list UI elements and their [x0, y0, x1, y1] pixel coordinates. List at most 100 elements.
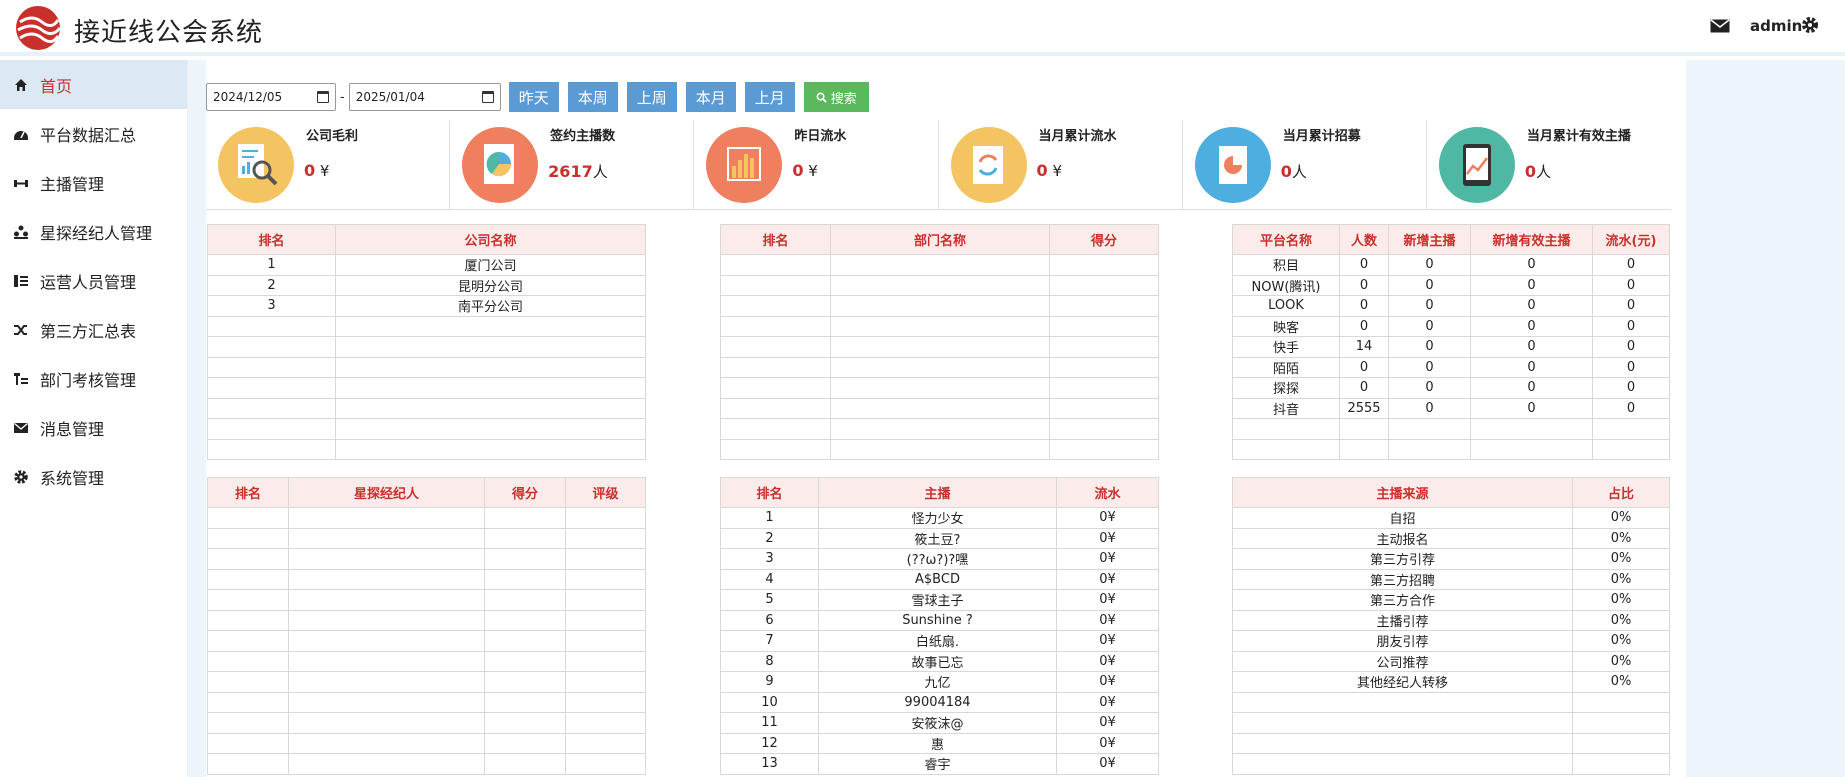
envelope-icon[interactable]	[1710, 19, 1730, 33]
table-row	[207, 712, 646, 734]
table-cell: 0%	[1572, 650, 1670, 672]
group-icon	[12, 223, 30, 241]
table-cell	[484, 753, 566, 775]
table-row	[1232, 753, 1670, 775]
sidebar-item-third-party[interactable]: 第三方汇总表	[0, 305, 187, 354]
table-cell	[565, 548, 646, 570]
table-cell: 朋友引荐	[1232, 630, 1573, 652]
table-cell	[288, 630, 485, 652]
table-cell: 0	[1339, 254, 1389, 276]
table-cell	[335, 418, 646, 440]
table-cell: 0	[1592, 377, 1670, 399]
stat-label: 当月累计招募	[1282, 129, 1361, 144]
table-cell: 0%	[1572, 527, 1670, 549]
table-cell	[830, 295, 1050, 317]
table-cell: 九亿	[818, 671, 1057, 693]
table-cell: 14	[1339, 336, 1389, 358]
sidebar-item-system[interactable]: 系统管理	[0, 452, 187, 501]
table-cell	[1339, 418, 1389, 440]
sidebar-item-home[interactable]: 首页	[0, 60, 187, 109]
table-row: 自招 0%	[1232, 507, 1670, 529]
table-cell: 0¥	[1056, 691, 1159, 713]
table-cell	[565, 753, 646, 775]
table-cell	[1572, 691, 1670, 713]
table-cell	[720, 315, 831, 337]
this-month-button[interactable]: 本月	[685, 82, 736, 112]
table-row	[207, 691, 646, 713]
table-cell: 0	[1470, 356, 1593, 378]
table-cell	[1232, 753, 1573, 775]
sidebar-item-anchor-manage[interactable]: 主播管理	[0, 158, 187, 207]
table-cell	[484, 568, 566, 590]
table-row: 10 99004184 0¥	[720, 691, 1159, 713]
table-row: 11 安筱沫@ 0¥	[720, 712, 1159, 734]
table-cell	[207, 732, 289, 754]
table-cell	[830, 377, 1050, 399]
table-cell	[565, 691, 646, 713]
user-name[interactable]: admin	[1750, 17, 1802, 35]
table-cell: LOOK	[1232, 295, 1340, 317]
app-header: 接近线公会系统 admin	[0, 0, 1845, 56]
sidebar-item-scout-manage[interactable]: 星探经纪人管理	[0, 207, 187, 256]
table-row	[207, 315, 646, 337]
table-cell: 0	[1388, 315, 1471, 337]
table-cell	[1470, 418, 1593, 440]
table-cell: 第三方招聘	[1232, 568, 1573, 590]
sidebar-item-dept-assess[interactable]: 部门考核管理	[0, 354, 187, 403]
tree-icon	[12, 370, 30, 388]
yesterday-button[interactable]: 昨天	[508, 82, 559, 112]
calendar-icon[interactable]	[481, 91, 494, 103]
stat-value: 2617人	[548, 162, 608, 181]
sidebar-item-message[interactable]: 消息管理	[0, 403, 187, 452]
table-cell: 0	[1388, 254, 1471, 276]
table-cell	[1232, 418, 1340, 440]
envelope-icon	[12, 419, 30, 437]
table-cell	[484, 589, 566, 611]
table-row	[1232, 732, 1670, 754]
table-cell: 安筱沫@	[818, 712, 1057, 734]
table-row	[207, 336, 646, 358]
table-cell	[207, 548, 289, 570]
table-row	[1232, 712, 1670, 734]
table-cell: 0¥	[1056, 609, 1159, 631]
table-cell	[288, 589, 485, 611]
start-date-input[interactable]: 2024/12/05	[206, 83, 336, 111]
table-cell	[207, 438, 336, 460]
gear-icon[interactable]	[1800, 15, 1820, 35]
table-cell: 0	[1592, 254, 1670, 276]
table-row	[720, 295, 1159, 317]
table-cell	[1049, 315, 1159, 337]
end-date-input[interactable]: 2025/01/04	[348, 83, 501, 111]
table-row	[207, 356, 646, 378]
calendar-icon[interactable]	[317, 91, 329, 103]
table-cell	[1049, 295, 1159, 317]
table-row	[207, 671, 646, 693]
table-row: 12 惠 0¥	[720, 732, 1159, 754]
search-icon	[816, 92, 827, 103]
sidebar-item-platform-summary[interactable]: 平台数据汇总	[0, 109, 187, 158]
column-header: 流水	[1056, 477, 1159, 508]
table-row: 13 睿宇 0¥	[720, 753, 1159, 775]
table-cell: 雪球主子	[818, 589, 1057, 611]
table-row	[207, 377, 646, 399]
sidebar-item-ops-manage[interactable]: 运营人员管理	[0, 256, 187, 305]
search-button[interactable]: 搜索	[803, 82, 869, 112]
table-row	[207, 732, 646, 754]
table-cell: 快手	[1232, 336, 1340, 358]
table-cell	[207, 650, 289, 672]
table-cell	[484, 630, 566, 652]
last-week-button[interactable]: 上周	[626, 82, 677, 112]
table-cell: 5	[720, 589, 819, 611]
table-row	[207, 753, 646, 775]
table-cell: 0¥	[1056, 507, 1159, 529]
table-cell: 0	[1388, 295, 1471, 317]
table-cell: 0¥	[1056, 650, 1159, 672]
last-month-button[interactable]: 上月	[744, 82, 795, 112]
table-row: 映客 0 0 0 0	[1232, 315, 1670, 337]
table-row: NOW(腾讯) 0 0 0 0	[1232, 274, 1670, 296]
table-cell	[484, 609, 566, 631]
this-week-button[interactable]: 本周	[567, 82, 618, 112]
table-row: 主播引荐 0%	[1232, 609, 1670, 631]
table-row	[720, 254, 1159, 276]
table-cell	[565, 732, 646, 754]
